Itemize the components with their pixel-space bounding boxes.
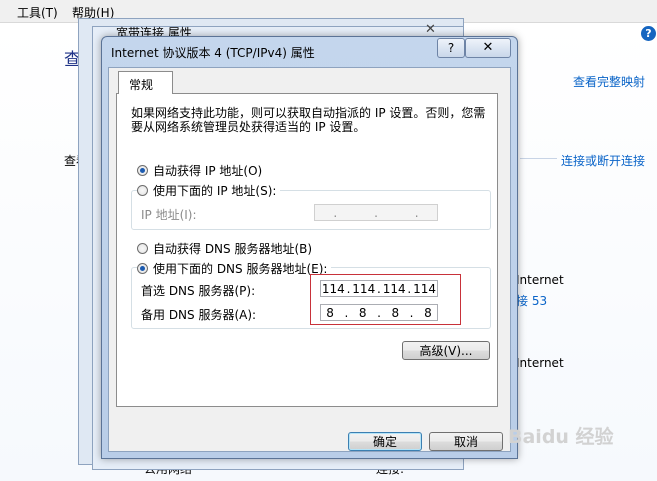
close-button[interactable]: ✕	[465, 38, 511, 58]
connect-disconnect-link[interactable]: 连接或断开连接	[561, 152, 645, 169]
ip-dot-1: .	[333, 205, 338, 220]
auto-ip-label: 自动获得 IP 地址(O)	[153, 164, 263, 178]
ip-address-label: IP 地址(I):	[141, 208, 197, 222]
alternate-dns-label: 备用 DNS 服务器(A):	[141, 308, 257, 322]
tab-general[interactable]: 常规	[118, 71, 173, 94]
dialog-body: 常规 如果网络支持此功能，则可以获取自动指派的 IP 设置。否则，您需要从网络系…	[108, 67, 511, 452]
help-button[interactable]: ?	[437, 38, 465, 58]
menu-tools[interactable]: 工具(T)	[17, 4, 58, 21]
advanced-button[interactable]: 高级(V)...	[402, 341, 490, 360]
auto-ip-radio[interactable]	[137, 165, 148, 176]
manual-dns-label: 使用下面的 DNS 服务器地址(E):	[153, 262, 328, 276]
connection-link-53[interactable]: 接 53	[516, 292, 547, 309]
close-icon[interactable]: ✕	[425, 22, 436, 37]
auto-dns-radio[interactable]	[137, 243, 148, 254]
general-panel: 如果网络支持此功能，则可以获取自动指派的 IP 设置。否则，您需要从网络系统管理…	[116, 93, 498, 407]
internet-label-2: Internet	[516, 356, 564, 370]
description-text: 如果网络支持此功能，则可以获取自动指派的 IP 设置。否则，您需要从网络系统管理…	[131, 106, 486, 134]
manual-dns-option[interactable]: 使用下面的 DNS 服务器地址(E):	[137, 260, 332, 277]
baidu-watermark: Baidu 经验	[508, 426, 614, 448]
ipv4-properties-dialog: Internet 协议版本 4 (TCP/IPv4) 属性 ? ✕ 常规 如果网…	[101, 36, 518, 459]
help-icon[interactable]: ?	[641, 26, 656, 41]
ok-button[interactable]: 确定	[348, 432, 422, 451]
ip-address-field: . . .	[314, 204, 438, 221]
divider	[520, 158, 557, 159]
manual-ip-label: 使用下面的 IP 地址(S):	[153, 184, 277, 198]
dns-highlight-box	[310, 274, 461, 325]
cancel-button[interactable]: 取消	[429, 432, 503, 451]
tab-general-label: 常规	[129, 78, 154, 92]
auto-dns-label: 自动获得 DNS 服务器地址(B)	[153, 242, 313, 256]
auto-ip-option[interactable]: 自动获得 IP 地址(O)	[137, 162, 262, 179]
ip-dot-3: .	[414, 205, 419, 220]
manual-ip-radio[interactable]	[137, 185, 148, 196]
internet-label-1: Internet	[516, 273, 564, 287]
preferred-dns-label: 首选 DNS 服务器(P):	[141, 284, 256, 298]
auto-dns-option[interactable]: 自动获得 DNS 服务器地址(B)	[137, 240, 312, 257]
dialog-title: Internet 协议版本 4 (TCP/IPv4) 属性	[111, 46, 315, 60]
manual-ip-option[interactable]: 使用下面的 IP 地址(S):	[137, 182, 281, 199]
view-full-map-link[interactable]: 查看完整映射	[573, 73, 645, 90]
ip-dot-2: .	[374, 205, 378, 220]
manual-dns-radio[interactable]	[137, 263, 148, 274]
